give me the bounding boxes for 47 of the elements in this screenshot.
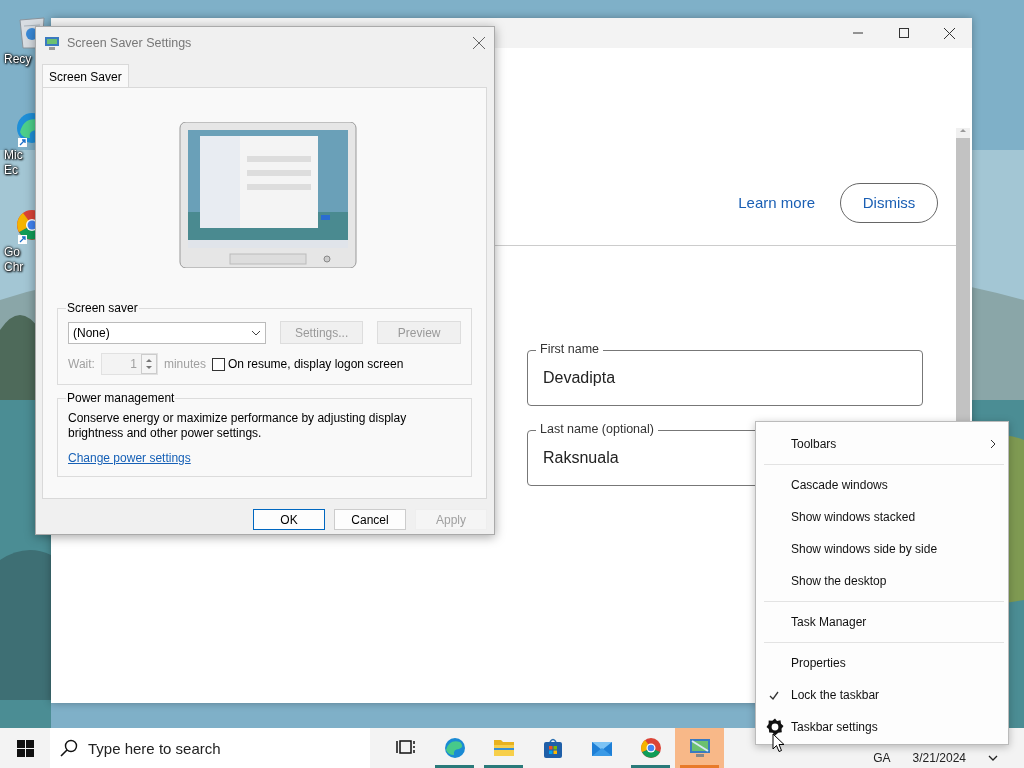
menu-item[interactable]: Properties	[760, 647, 1004, 679]
shopping-bag-icon	[541, 737, 564, 759]
close-icon	[941, 26, 957, 40]
window-title: Screen Saver Settings	[67, 34, 193, 52]
folder-icon	[492, 737, 515, 759]
learn-more-link[interactable]: Learn more	[738, 183, 815, 223]
search-icon	[60, 739, 78, 757]
spin-arrows-icon[interactable]	[140, 354, 157, 374]
group-label: Power management	[66, 390, 176, 406]
dialog-button[interactable]: OK	[253, 509, 325, 530]
description-text: Conserve energy or maximize performance by adjusting display brightness and other power settings.	[68, 411, 408, 441]
menu-item[interactable]: Show the desktop	[760, 565, 1004, 597]
round-logo-icon	[639, 737, 662, 759]
field-label: Last name (optional)	[536, 421, 658, 437]
tab[interactable]: Screen Saver	[42, 64, 129, 87]
power-settings-link[interactable]: Change power settings	[68, 451, 191, 465]
close-icon	[472, 36, 486, 50]
chevron-down-icon	[250, 329, 261, 336]
menu-item[interactable]: Task Manager	[760, 606, 1004, 638]
gear-icon	[766, 718, 784, 736]
menu-item[interactable]: Taskbar settings	[760, 711, 1004, 743]
search-field[interactable]: Type here to search	[50, 728, 370, 768]
monitor-icon	[44, 35, 60, 51]
dialog-button[interactable]: Cancel	[334, 509, 406, 530]
checkmark-icon	[769, 691, 779, 700]
icon-label: Go	[4, 245, 20, 260]
unit-label: minutes	[163, 356, 206, 373]
tray-text: 3/21/2024	[912, 751, 966, 765]
checkbox-label: On resume, display logon screen	[227, 356, 404, 373]
chevron-down-icon[interactable]	[988, 755, 998, 761]
start-icon	[16, 739, 34, 757]
icon-label: Ec	[4, 163, 18, 178]
monitor-icon	[688, 737, 711, 759]
icon-label: Chr	[4, 260, 24, 275]
icon-label: Mic	[4, 148, 23, 163]
dismiss-button[interactable]: Dismiss	[840, 183, 938, 223]
menu-item[interactable]: Lock the taskbar	[760, 679, 1004, 711]
browser-icon	[443, 737, 466, 759]
chevron-right-icon	[990, 439, 996, 449]
checkbox[interactable]	[211, 357, 225, 371]
wait-label: Wait:	[68, 356, 95, 373]
tray-text: GA	[873, 751, 891, 765]
icon-label: Recy	[4, 52, 32, 67]
arrow-up-icon[interactable]	[959, 128, 967, 133]
menu-item[interactable]: Show windows stacked	[760, 501, 1004, 533]
menu-item[interactable]: Show windows side by side	[760, 533, 1004, 565]
dropdown[interactable]: (None)	[68, 321, 266, 344]
